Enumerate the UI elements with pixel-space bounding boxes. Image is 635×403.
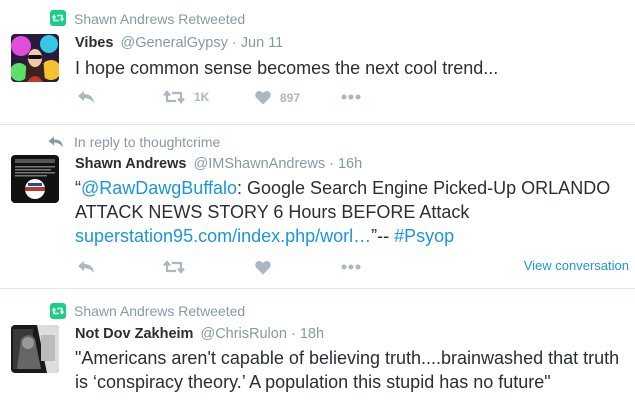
avatar[interactable]	[11, 155, 59, 203]
heart-icon	[255, 90, 271, 105]
close-quote: ”--	[371, 226, 395, 246]
tweet-1[interactable]: Shawn Andrews Retweeted Vibes @GeneralGy…	[0, 0, 635, 124]
retweet-context[interactable]: Shawn Andrews Retweeted	[74, 11, 245, 27]
like-button[interactable]	[255, 260, 271, 275]
retweet-button[interactable]: 1K	[163, 90, 209, 104]
more-icon	[341, 94, 361, 100]
tweet-actions	[75, 260, 375, 280]
reply-context[interactable]: In reply to thoughtcrime	[74, 134, 220, 150]
mention-link[interactable]: @RawDawgBuffalo	[81, 178, 237, 198]
separator: ·	[290, 326, 296, 342]
heart-icon	[255, 260, 271, 275]
more-icon	[341, 264, 361, 270]
like-button[interactable]: 897	[255, 90, 300, 105]
retweet-context[interactable]: Shawn Andrews Retweeted	[74, 303, 245, 319]
username[interactable]: @GeneralGypsy	[120, 35, 227, 51]
retweet-icon	[50, 303, 66, 319]
like-count: 897	[280, 90, 301, 105]
reply-icon	[78, 91, 94, 103]
reply-arrow-icon	[48, 135, 64, 153]
tweet-text: "Americans aren't capable of believing t…	[75, 348, 620, 392]
tweet-2[interactable]: In reply to thoughtcrime Shawn Andrews @…	[0, 125, 635, 288]
tweet-header: Not Dov Zakheim @ChrisRulon · 18h	[75, 326, 324, 342]
username[interactable]: @ChrisRulon	[200, 326, 286, 342]
avatar[interactable]	[11, 34, 59, 82]
username[interactable]: @IMShawnAndrews	[194, 156, 326, 172]
retweet-icon	[50, 10, 66, 26]
timestamp[interactable]: Jun 11	[241, 35, 283, 51]
retweet-icon	[163, 90, 185, 104]
retweet-button[interactable]	[163, 260, 185, 274]
separator: ·	[329, 156, 334, 172]
tweet-header: Vibes @GeneralGypsy · Jun 11	[75, 35, 283, 51]
hashtag-link[interactable]: #Psyop	[394, 226, 454, 246]
display-name[interactable]: Not Dov Zakheim	[75, 326, 193, 342]
tweet-header: Shawn Andrews @IMShawnAndrews · 16h	[75, 156, 362, 172]
more-button[interactable]	[341, 264, 361, 270]
separator: ·	[231, 35, 237, 51]
tweet-actions: 1K 897	[75, 90, 375, 110]
reply-button[interactable]	[77, 90, 95, 104]
display-name[interactable]: Vibes	[75, 35, 113, 51]
display-name[interactable]: Shawn Andrews	[75, 156, 186, 172]
timestamp[interactable]: 18h	[300, 326, 324, 342]
reply-icon	[78, 261, 94, 273]
view-conversation-link[interactable]: View conversation	[524, 258, 629, 273]
tweet-text: “@RawDawgBuffalo: Google Search Engine P…	[75, 176, 635, 248]
more-button[interactable]	[341, 94, 361, 100]
tweet-3[interactable]: Shawn Andrews Retweeted Not Dov Zakheim …	[0, 289, 635, 403]
avatar[interactable]	[11, 325, 59, 373]
reply-button[interactable]	[77, 260, 95, 274]
timestamp[interactable]: 16h	[338, 156, 362, 172]
tweet-text: I hope common sense becomes the next coo…	[75, 58, 499, 78]
url-link[interactable]: superstation95.com/index.php/worl…	[75, 226, 371, 246]
retweet-icon	[163, 260, 185, 274]
retweet-count: 1K	[194, 90, 210, 104]
